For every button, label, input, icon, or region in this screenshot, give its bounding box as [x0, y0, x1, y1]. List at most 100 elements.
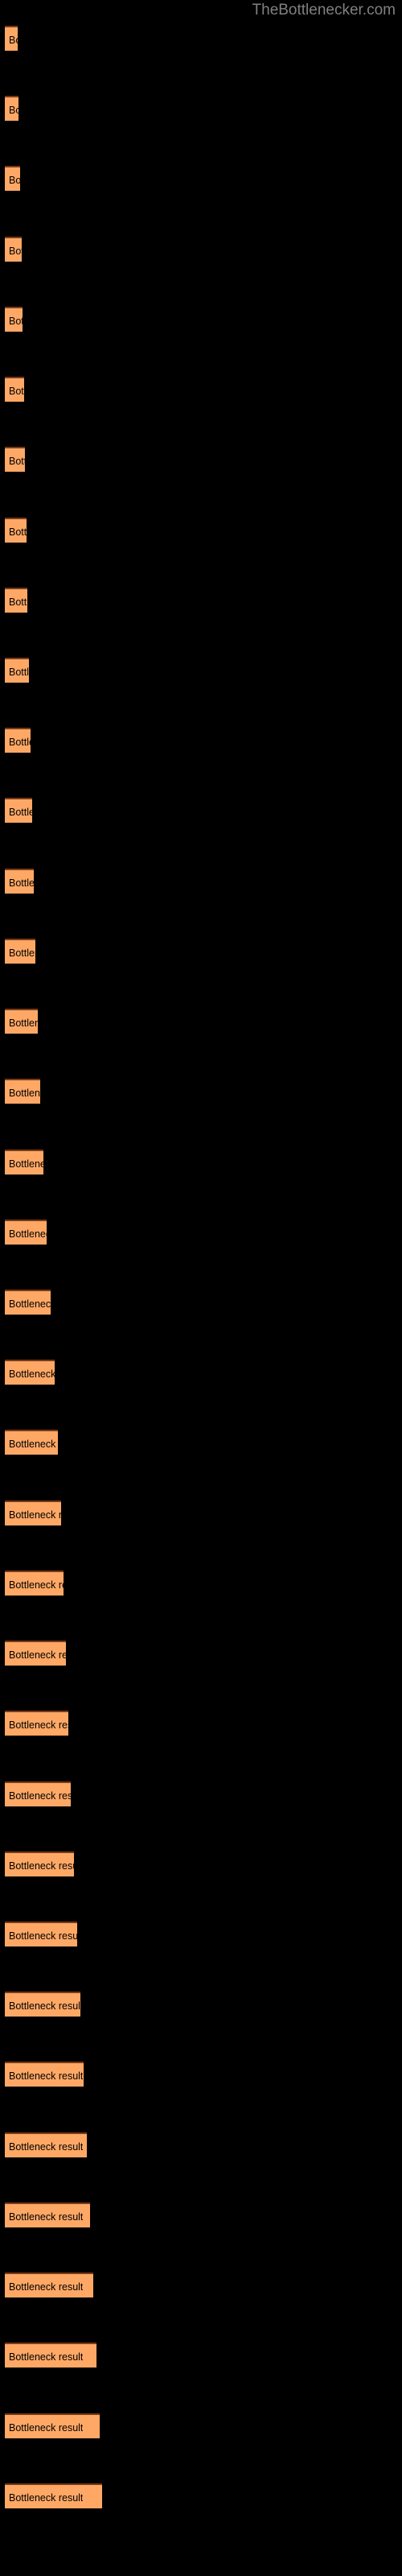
bar-label: Bottleneck result [9, 1860, 74, 1872]
bar-row: Bottleneck result [0, 658, 402, 683]
bar[interactable]: Bottleneck result [5, 96, 18, 122]
bar-label: Bottleneck result [9, 315, 23, 327]
bar-label: Bottleneck result [9, 35, 18, 46]
bar-row: Bottleneck result [0, 2273, 402, 2298]
bar-label: Bottleneck result [9, 2211, 84, 2223]
bar[interactable]: Bottleneck result [5, 2343, 96, 2368]
bar-row: Bottleneck result [0, 1992, 402, 2017]
bar[interactable]: Bottleneck result [5, 306, 23, 332]
bar[interactable]: Bottleneck result [5, 447, 25, 473]
bar-row: Bottleneck result [0, 1079, 402, 1104]
bar[interactable]: Bottleneck result [5, 1009, 38, 1034]
bar[interactable]: Bottleneck result [5, 517, 27, 543]
bar[interactable]: Bottleneck result [5, 798, 32, 824]
bar-row: Bottleneck result [0, 1219, 402, 1245]
bar[interactable]: Bottleneck result [5, 2132, 87, 2157]
bar[interactable]: Bottleneck result [5, 377, 24, 402]
bar-label: Bottleneck result [9, 2351, 84, 2363]
bar-row: Bottleneck result [0, 728, 402, 753]
bar-row: Bottleneck result [0, 1641, 402, 1666]
bar-label: Bottleneck result [9, 1298, 51, 1310]
bar[interactable]: Bottleneck result [5, 1570, 64, 1596]
bar-row: Bottleneck result [0, 2202, 402, 2227]
bar-row: Bottleneck result [0, 1781, 402, 1806]
bar-row: Bottleneck result [0, 868, 402, 894]
bar-label: Bottleneck result [9, 1719, 68, 1732]
bar-label: Bottleneck result [9, 1579, 64, 1591]
bar-row: Bottleneck result [0, 1851, 402, 1876]
bar-row: Bottleneck result [0, 166, 402, 192]
bars-layer: Bottleneck result Bottleneck result Bottle… [0, 0, 402, 2576]
bar[interactable]: Bottleneck result [5, 1851, 74, 1876]
bar-label: Bottleneck result [9, 947, 35, 959]
bar-label: Bottleneck result [9, 2140, 84, 2153]
bar[interactable]: Bottleneck result [5, 1360, 55, 1385]
bar[interactable]: Bottleneck result [5, 658, 29, 683]
bar-label: Bottleneck result [9, 175, 20, 187]
bar-row: Bottleneck result [0, 798, 402, 824]
bar-label: Bottleneck result [9, 105, 18, 117]
bar-label: Bottleneck result [9, 2070, 84, 2083]
bar[interactable]: Bottleneck result [5, 587, 27, 613]
bar[interactable]: Bottleneck result [5, 1290, 51, 1315]
bar-label: Bottleneck result [9, 1228, 47, 1240]
bar-label: Bottleneck result [9, 1509, 61, 1521]
bar-label: Bottleneck result [9, 1088, 40, 1100]
bar-label: Bottleneck result [9, 877, 34, 889]
bar-row: Bottleneck result [0, 1290, 402, 1315]
bar[interactable]: Bottleneck result [5, 1219, 47, 1245]
bar-label: Bottleneck result [9, 1158, 43, 1170]
bar-row: Bottleneck result [0, 1922, 402, 1946]
bar-label: Bottleneck result [9, 456, 25, 468]
bar-label: Bottleneck result [9, 1439, 58, 1451]
bar-label: Bottleneck result [9, 245, 22, 257]
bar[interactable]: Bottleneck result [5, 1641, 66, 1666]
bar-row: Bottleneck result [0, 2062, 402, 2087]
bar-label: Bottleneck result [9, 667, 29, 678]
bar[interactable]: Bottleneck result [5, 868, 34, 894]
bar-row: Bottleneck result [0, 2413, 402, 2438]
bar-label: Bottleneck result [9, 526, 27, 538]
bar[interactable]: Bottleneck result [5, 26, 18, 51]
bar[interactable]: Bottleneck result [5, 2413, 100, 2438]
bar-row: Bottleneck result [0, 306, 402, 332]
bar-label: Bottleneck result [9, 386, 24, 398]
bar[interactable]: Bottleneck result [5, 2483, 102, 2508]
bar[interactable]: Bottleneck result [5, 1079, 40, 1104]
bar-label: Bottleneck result [9, 1790, 71, 1802]
bar[interactable]: Bottleneck result [5, 236, 22, 262]
bar-label: Bottleneck result [9, 596, 27, 608]
bar-label: Bottleneck result [9, 1018, 38, 1030]
bar-label: Bottleneck result [9, 1649, 66, 1662]
bar-label: Bottleneck result [9, 1930, 77, 1942]
bar-row: Bottleneck result [0, 2483, 402, 2508]
bar[interactable]: Bottleneck result [5, 166, 20, 192]
bar[interactable]: Bottleneck result [5, 728, 31, 753]
bar-row: Bottleneck result [0, 1009, 402, 1034]
bar[interactable]: Bottleneck result [5, 938, 35, 964]
bar[interactable]: Bottleneck result [5, 1922, 77, 1946]
bar[interactable]: Bottleneck result [5, 1992, 80, 2017]
bar-row: Bottleneck result [0, 447, 402, 473]
bar[interactable]: Bottleneck result [5, 1149, 43, 1174]
bar-row: Bottleneck result [0, 26, 402, 51]
bar-label: Bottleneck result [9, 1368, 55, 1381]
bar-row: Bottleneck result [0, 938, 402, 964]
bar[interactable]: Bottleneck result [5, 1711, 68, 1736]
bar-label: Bottleneck result [9, 2281, 84, 2293]
bar[interactable]: Bottleneck result [5, 2273, 93, 2298]
bar[interactable]: Bottleneck result [5, 1500, 61, 1525]
bar[interactable]: Bottleneck result [5, 2062, 84, 2087]
bar-row: Bottleneck result [0, 2132, 402, 2157]
bar-row: Bottleneck result [0, 96, 402, 122]
bar-label: Bottleneck result [9, 737, 31, 749]
bar-row: Bottleneck result [0, 1711, 402, 1736]
bar[interactable]: Bottleneck result [5, 1781, 71, 1806]
bar-row: Bottleneck result [0, 1570, 402, 1596]
bar-row: Bottleneck result [0, 1500, 402, 1525]
bar[interactable]: Bottleneck result [5, 2202, 90, 2227]
bar-row: Bottleneck result [0, 1430, 402, 1455]
bar[interactable]: Bottleneck result [5, 1430, 58, 1455]
bar-row: Bottleneck result [0, 517, 402, 543]
bar-label: Bottleneck result [9, 2421, 84, 2434]
